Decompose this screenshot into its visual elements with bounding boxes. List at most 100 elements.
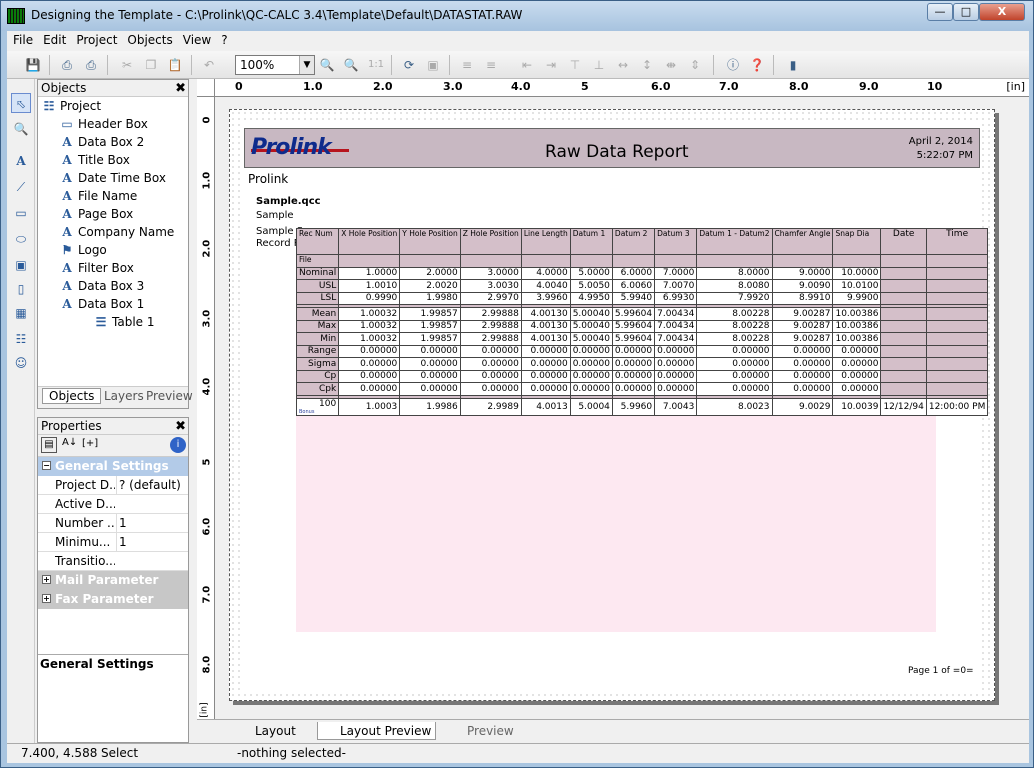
rectangle-tool-icon[interactable]: ▭	[11, 203, 31, 223]
page-box[interactable]: Page 1 of =0=	[908, 666, 974, 676]
restore-button[interactable]: □	[953, 3, 979, 21]
property-row[interactable]: Project D...? (default)	[38, 476, 188, 495]
expand-toggle-icon[interactable]: −	[42, 461, 51, 470]
context-help-icon[interactable]: ❓	[747, 55, 767, 75]
categorized-icon[interactable]: ▤	[41, 437, 57, 453]
tree-item-filter-box[interactable]: A Filter Box	[60, 261, 134, 275]
table-tool-icon[interactable]: ▦	[11, 303, 31, 323]
tree-item-file-name[interactable]: A File Name	[60, 189, 137, 203]
report-sheet[interactable]: Prolink Raw Data Report April 2, 2014 5:2…	[229, 109, 995, 701]
zoom-in-icon[interactable]: 🔍	[317, 55, 337, 75]
tree-item-project[interactable]: ☷ Project	[42, 99, 101, 113]
tree-item-header-box[interactable]: ▭ Header Box	[60, 117, 148, 131]
same-width-icon[interactable]: ⇼	[661, 55, 681, 75]
design-canvas[interactable]: 0 1.0 2.0 3.0 4.0 5 6.0 7.0 8.0 9.0 10 [in] 0 1.0 2.0…	[197, 79, 1029, 719]
property-row[interactable]: Transitio...	[38, 552, 188, 571]
center-horizontal-icon[interactable]: ↔	[613, 55, 633, 75]
close-icon[interactable]: ✖	[175, 418, 186, 435]
date-time-box[interactable]: April 2, 2014 5:22:07 PM	[909, 135, 973, 163]
tree-item-logo[interactable]: ⚑ Logo	[60, 243, 107, 257]
form-tool-icon[interactable]: ☷	[11, 329, 31, 349]
close-icon[interactable]: ✖	[175, 80, 186, 97]
tree-item-title-box[interactable]: A Title Box	[60, 153, 130, 167]
save-icon[interactable]: 💾	[23, 55, 43, 75]
barcode-tool-icon[interactable]: ▯	[11, 279, 31, 299]
align-right-icon[interactable]: ⇥	[541, 55, 561, 75]
align-bottom-icon[interactable]: ⊥	[589, 55, 609, 75]
bring-front-icon[interactable]: ≡	[457, 55, 477, 75]
property-value[interactable]: ? (default)	[116, 476, 188, 494]
copy-icon[interactable]: ❐	[141, 55, 161, 75]
tree-item-table-1[interactable]: ☰ Table 1	[94, 315, 155, 329]
align-top-icon[interactable]: ⊤	[565, 55, 585, 75]
zoom-actual-size-button[interactable]: 1:1	[365, 55, 387, 75]
property-row[interactable]: Minimu... 1	[38, 533, 188, 552]
menu-view[interactable]: View	[177, 31, 215, 47]
center-vertical-icon[interactable]: ↕	[637, 55, 657, 75]
send-back-icon[interactable]: ≡	[481, 55, 501, 75]
table-cell	[611, 254, 656, 268]
property-group[interactable]: − General Settings	[38, 457, 188, 476]
chevron-down-icon[interactable]: ▼	[299, 56, 314, 74]
data-box-meta[interactable]: Record R	[256, 238, 301, 249]
data-box-meta[interactable]: Sample	[256, 210, 294, 221]
tab-layers[interactable]: Layers	[104, 389, 144, 403]
expand-all-icon[interactable]: [+]	[82, 438, 98, 449]
print-icon[interactable]: ⎙	[57, 55, 77, 75]
company-name[interactable]: Prolink	[248, 172, 288, 186]
paste-icon[interactable]: 📋	[165, 55, 185, 75]
logo[interactable]: Prolink	[251, 135, 349, 160]
title-bar[interactable]: Designing the Template - C:\Prolink\QC-C…	[1, 1, 1033, 31]
layer-icon[interactable]: ▣	[423, 55, 443, 75]
align-left-icon[interactable]: ⇤	[517, 55, 537, 75]
property-row[interactable]: Active D...	[38, 495, 188, 514]
menu-edit[interactable]: Edit	[37, 31, 70, 47]
tree-item-data-box-3[interactable]: A Data Box 3	[60, 279, 144, 293]
file-name[interactable]: Sample.qcc	[256, 196, 321, 207]
tree-item-data-box-1[interactable]: A Data Box 1	[60, 297, 144, 311]
menu-help[interactable]: ?	[215, 31, 231, 47]
same-height-icon[interactable]: ⇕	[685, 55, 705, 75]
tab-preview[interactable]: Preview	[445, 722, 518, 740]
tree-item-company-name[interactable]: A Company Name	[60, 225, 174, 239]
zoom-tool-icon[interactable]: 🔍	[11, 119, 31, 139]
help-icon[interactable]: ⓘ	[723, 55, 743, 75]
refresh-icon[interactable]: ⟳	[399, 55, 419, 75]
tab-preview[interactable]: Preview	[146, 389, 193, 403]
cut-icon[interactable]: ✂	[117, 55, 137, 75]
property-group[interactable]: + Mail Parameter	[38, 571, 188, 590]
exit-icon[interactable]: ▮	[783, 55, 803, 75]
sort-alpha-icon[interactable]: A↓	[62, 437, 77, 448]
user-tool-icon[interactable]: ☺	[11, 353, 31, 373]
close-button[interactable]: X	[979, 3, 1025, 21]
line-tool-icon[interactable]: ⟋	[11, 177, 31, 197]
property-value[interactable]: 1	[116, 533, 188, 551]
tree-item-data-box-2[interactable]: A Data Box 2	[60, 135, 144, 149]
tree-item-page-box[interactable]: A Page Box	[60, 207, 133, 221]
tree-item-date-time-box[interactable]: A Date Time Box	[60, 171, 166, 185]
image-tool-icon[interactable]: ▣	[11, 255, 31, 275]
menu-project[interactable]: Project	[70, 31, 121, 47]
property-row[interactable]: Number ... 1	[38, 514, 188, 533]
property-group[interactable]: + Fax Parameter	[38, 590, 188, 609]
select-tool-icon[interactable]: ⬁	[11, 93, 31, 113]
print-preview-icon[interactable]: ⎙	[81, 55, 101, 75]
menu-file[interactable]: File	[7, 31, 37, 47]
zoom-out-icon[interactable]: 🔍	[341, 55, 361, 75]
text-tool-icon[interactable]: A	[11, 151, 31, 171]
report-title[interactable]: Raw Data Report	[545, 142, 689, 162]
tab-layout-preview[interactable]: Layout Preview	[317, 722, 437, 740]
undo-icon[interactable]: ↶	[199, 55, 219, 75]
expand-toggle-icon[interactable]: +	[42, 575, 51, 584]
expand-toggle-icon[interactable]: +	[42, 594, 51, 603]
ellipse-tool-icon[interactable]: ⬭	[11, 229, 31, 249]
menu-objects[interactable]: Objects	[121, 31, 176, 47]
header-box[interactable]: Prolink Raw Data Report April 2, 2014 5:2…	[244, 128, 980, 168]
tab-layout[interactable]: Layout	[233, 722, 300, 740]
zoom-select[interactable]: 100% ▼	[235, 55, 315, 75]
data-table[interactable]: Rec Num X Hole Position Y Hole Position Z H…	[295, 228, 989, 416]
minimize-button[interactable]: —	[927, 3, 953, 21]
tab-objects[interactable]: Objects	[42, 388, 102, 404]
info-icon[interactable]: i	[170, 437, 186, 453]
property-value[interactable]: 1	[116, 514, 188, 532]
